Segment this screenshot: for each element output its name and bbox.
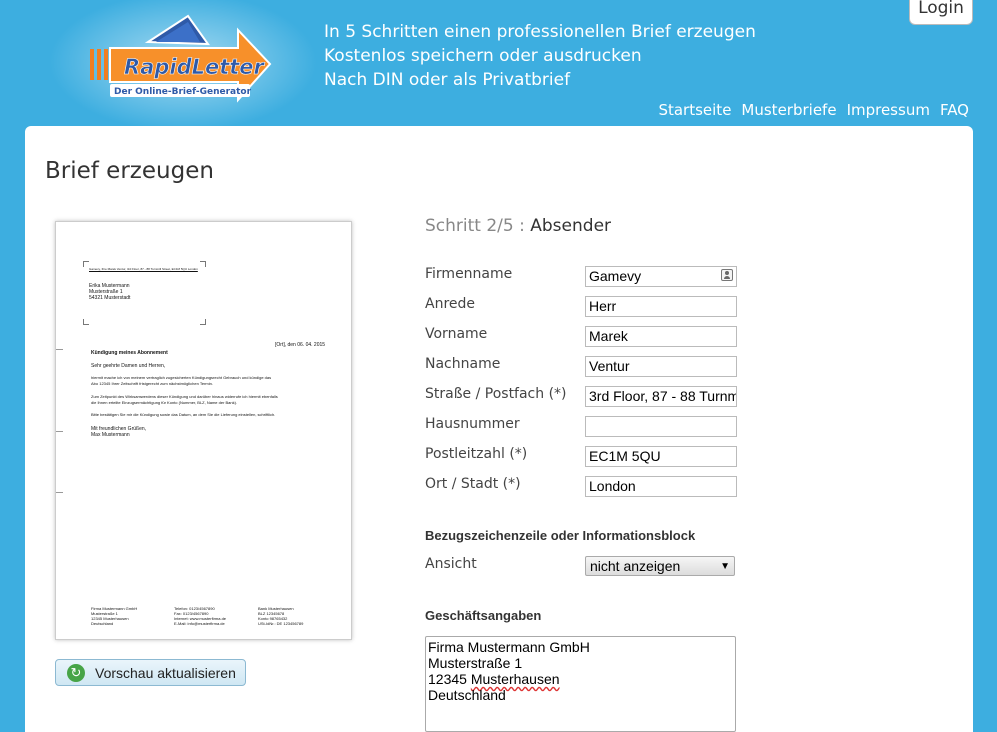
business-line-postcode: 12345 Musterhausen (428, 671, 733, 687)
nav-musterbriefe[interactable]: Musterbriefe (741, 101, 836, 119)
preview-body-1b: Abo 12345 Ihrer Zeitschrift fristgerecht… (91, 381, 213, 386)
nav-impressum[interactable]: Impressum (847, 101, 930, 119)
preview-body-2b: die Ihnen erteilte Einzugsermächtigung f… (91, 400, 238, 405)
page-title: Brief erzeugen (45, 158, 214, 184)
business-heading: Geschäftsangaben (425, 608, 542, 623)
nachname-input[interactable]: Ventur (585, 356, 737, 377)
preview-closing-2: Max Mustermann (91, 432, 130, 438)
preview-salutation: Sehr geehrte Damen und Herren, (91, 363, 166, 369)
business-line: Deutschland (428, 687, 506, 703)
anrede-input[interactable]: Herr (585, 296, 737, 317)
refresh-preview-label: Vorschau aktualisieren (95, 664, 236, 681)
preview-date: [Ort], den 06. 04. 2015 (275, 342, 326, 348)
logo-subtitle: Der Online-Brief-Generator (114, 87, 252, 97)
preview-body-3: Bitte bestätigen Sie mir die Kündigung s… (91, 412, 276, 417)
preview-sender-line: Gamevy, Ihre Marek Ventur, 3rd Floor, 87… (89, 267, 198, 271)
vorname-input[interactable]: Marek (585, 326, 737, 347)
business-postcode: 12345 (428, 671, 467, 687)
tagline-3: Nach DIN oder als Privatbrief (324, 70, 571, 90)
preview-footer-col1: Firma Mustermann GmbH Musterstraße 1 123… (91, 606, 137, 626)
step-heading: Schritt 2/5 : Absender (425, 216, 611, 236)
taglines: In 5 Schritten einen professionellen Bri… (324, 20, 756, 92)
label-ort: Ort / Stadt (*) (425, 476, 521, 492)
preview-footer-col2: Telefon: 0123/4567890 Fax: 0123/4567890 … (174, 606, 226, 626)
tagline-1: In 5 Schritten einen professionellen Bri… (324, 22, 756, 42)
label-ansicht: Ansicht (425, 556, 477, 572)
logo-graphic: RapidLetter Der Online-Brief-Generator (90, 14, 272, 103)
strasse-input[interactable]: 3rd Floor, 87 - 88 Turnm (585, 386, 737, 407)
window-corner-br (200, 319, 206, 325)
preview-recipient-3: 54321 Musterstadt (89, 295, 131, 301)
footer-col3-line: USt-IdNr.: DE 123456789 (258, 621, 304, 626)
preview-footer-col3: Bank Musterhausen BLZ 12345678 Konto 987… (258, 606, 303, 626)
postleitzahl-input[interactable]: EC1M 5QU (585, 446, 737, 467)
ansicht-selected-value: nicht anzeigen (590, 558, 681, 574)
dropdown-arrow-icon: ▼ (720, 560, 730, 572)
business-line: Firma Mustermann GmbH (428, 639, 590, 655)
window-corner-bl (83, 319, 89, 325)
fold-mark-2 (56, 492, 63, 493)
contact-card-icon[interactable] (721, 269, 733, 281)
ort-input[interactable]: London (585, 476, 737, 497)
tagline-2: Kostenlos speichern oder ausdrucken (324, 46, 642, 66)
login-button[interactable]: Login (909, 0, 973, 25)
firmenname-input[interactable]: Gamevy (585, 266, 737, 287)
nav-startseite[interactable]: Startseite (658, 101, 731, 119)
step-name: Absender (530, 216, 612, 236)
label-firmenname: Firmenname (425, 266, 513, 282)
business-textarea[interactable]: Firma Mustermann GmbH Musterstraße 1 123… (425, 636, 736, 732)
business-line: Musterstraße 1 (428, 655, 523, 671)
business-city: Musterhausen (470, 671, 560, 687)
label-strasse: Straße / Postfach (*) (425, 386, 567, 402)
top-nav: Startseite Musterbriefe Impressum FAQ (658, 101, 969, 119)
refresh-preview-button[interactable]: ↻ Vorschau aktualisieren (55, 659, 246, 686)
refresh-icon: ↻ (67, 663, 85, 682)
hausnummer-input[interactable] (585, 416, 737, 437)
ansicht-select[interactable]: nicht anzeigen ▼ (585, 556, 735, 576)
footer-col2-line: E-Mail: info@musterfirma.de (174, 621, 225, 626)
preview-subject: Kündigung meines Abonnement (91, 350, 168, 356)
label-hausnummer: Hausnummer (425, 416, 520, 432)
punch-mark (56, 431, 63, 432)
label-nachname: Nachname (425, 356, 501, 372)
logo-brand-text: RapidLetter (124, 55, 266, 79)
rapidletter-logo[interactable]: RapidLetter Der Online-Brief-Generator (88, 12, 278, 107)
label-anrede: Anrede (425, 296, 476, 312)
nav-faq[interactable]: FAQ (940, 101, 969, 119)
label-postleitzahl: Postleitzahl (*) (425, 446, 528, 462)
label-vorname: Vorname (425, 326, 488, 342)
letter-preview: Gamevy, Ihre Marek Ventur, 3rd Floor, 87… (55, 221, 352, 640)
footer-col1-line: Deutschland (91, 621, 114, 626)
fold-mark-1 (56, 349, 63, 350)
info-block-heading: Bezugszeichenzeile oder Informationsbloc… (425, 528, 696, 543)
window-corner-tr (200, 261, 206, 267)
step-prefix: Schritt 2/5 : (425, 216, 525, 236)
